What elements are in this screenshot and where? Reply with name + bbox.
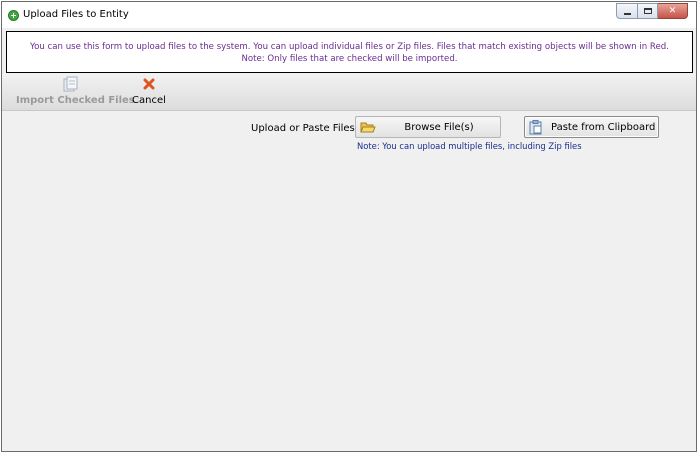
browse-files-label: Browse File(s) bbox=[404, 122, 474, 133]
browse-files-button[interactable]: Browse File(s) bbox=[355, 116, 501, 138]
upload-files-window: Upload Files to Entity ✕ You can use thi… bbox=[1, 1, 697, 452]
paste-from-clipboard-label: Paste from Clipboard bbox=[551, 122, 656, 133]
minimize-icon bbox=[623, 13, 631, 15]
import-checked-files-button[interactable]: Import Checked Files bbox=[16, 76, 135, 108]
cancel-x-icon bbox=[143, 78, 155, 90]
window-title: Upload Files to Entity bbox=[23, 9, 129, 20]
open-folder-icon bbox=[360, 122, 376, 133]
multiple-files-note: Note: You can upload multiple files, inc… bbox=[357, 141, 582, 151]
maximize-icon bbox=[643, 8, 652, 14]
instructions-line-2: Note: Only files that are checked will b… bbox=[241, 54, 458, 64]
paste-from-clipboard-button[interactable]: Paste from Clipboard bbox=[524, 116, 659, 138]
instructions-line-1: You can use this form to upload files to… bbox=[30, 42, 669, 52]
upload-or-paste-label: Upload or Paste Files: bbox=[251, 123, 359, 134]
close-button[interactable]: ✕ bbox=[658, 3, 688, 19]
title-bar[interactable]: Upload Files to Entity ✕ bbox=[2, 2, 696, 28]
cancel-label: Cancel bbox=[132, 95, 166, 106]
import-checked-files-label: Import Checked Files bbox=[16, 95, 135, 106]
toolbar: Import Checked Files Cancel bbox=[2, 74, 696, 111]
instructions-box: You can use this form to upload files to… bbox=[6, 31, 693, 73]
clipboard-icon bbox=[529, 120, 542, 135]
maximize-button[interactable] bbox=[638, 3, 658, 19]
import-files-icon bbox=[63, 76, 78, 92]
minimize-button[interactable] bbox=[616, 3, 638, 19]
close-icon: ✕ bbox=[668, 5, 677, 16]
cancel-button[interactable]: Cancel bbox=[130, 76, 168, 108]
window-controls: ✕ bbox=[616, 3, 688, 20]
add-circle-icon bbox=[8, 10, 19, 21]
